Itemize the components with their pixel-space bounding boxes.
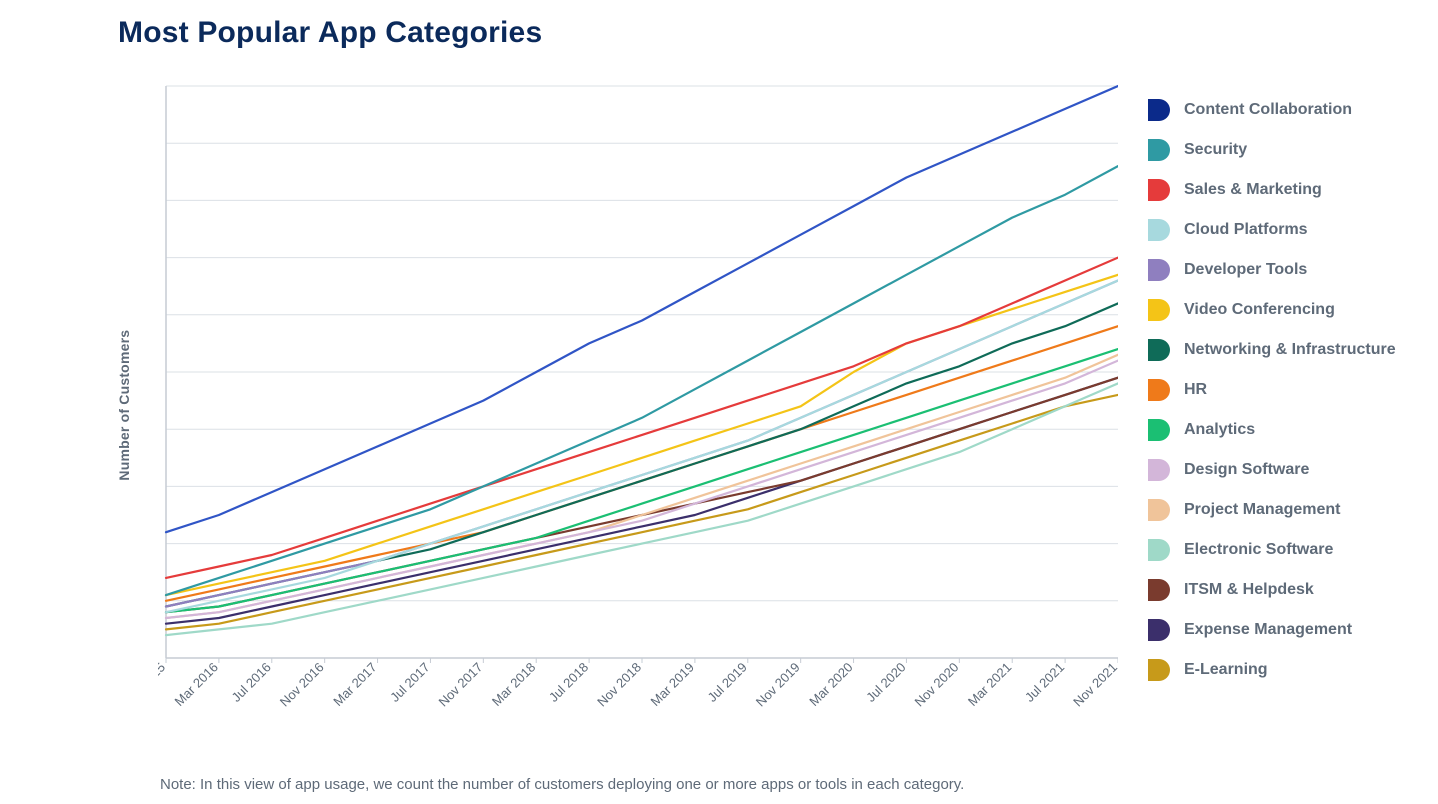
legend-swatch (1148, 459, 1170, 481)
legend-item: Electronic Software (1148, 530, 1396, 570)
legend-label: Cloud Platforms (1184, 221, 1308, 239)
legend-swatch (1148, 379, 1170, 401)
legend-item: Project Management (1148, 490, 1396, 530)
legend-swatch (1148, 99, 1170, 121)
legend-item: Design Software (1148, 450, 1396, 490)
x-tick-label: Mar 2017 (330, 660, 379, 709)
y-axis-label: Number of Customers (116, 330, 132, 481)
x-tick-label: Mar 2016 (172, 660, 221, 709)
legend-swatch (1148, 659, 1170, 681)
legend-item: Content Collaboration (1148, 90, 1396, 130)
legend-label: Content Collaboration (1184, 101, 1352, 119)
x-tick-label: Jul 2020 (863, 660, 908, 705)
legend-swatch (1148, 579, 1170, 601)
legend-label: ITSM & Helpdesk (1184, 581, 1314, 599)
legend-item: Security (1148, 130, 1396, 170)
x-tick-label: Jul 2019 (705, 660, 750, 705)
legend-swatch (1148, 539, 1170, 561)
legend-swatch (1148, 139, 1170, 161)
chart-area: Number of Customers Nov 2015Mar 2016Jul … (118, 80, 1118, 740)
legend-item: Networking & Infrastructure (1148, 330, 1396, 370)
legend-label: Design Software (1184, 461, 1309, 479)
x-tick-label: Nov 2015 (158, 660, 168, 710)
legend-item: Video Conferencing (1148, 290, 1396, 330)
legend-item: Expense Management (1148, 610, 1396, 650)
x-tick-label: Jul 2018 (546, 660, 591, 705)
legend-label: Analytics (1184, 421, 1255, 439)
x-tick-label: Mar 2020 (806, 660, 855, 709)
legend: Content Collaboration Security Sales & Mar… (1148, 80, 1396, 690)
legend-swatch (1148, 499, 1170, 521)
legend-item: Sales & Marketing (1148, 170, 1396, 210)
legend-label: E-Learning (1184, 661, 1268, 679)
legend-label: Security (1184, 141, 1247, 159)
legend-label: Networking & Infrastructure (1184, 341, 1396, 359)
chart-note: Note: In this view of app usage, we coun… (160, 776, 964, 793)
page-title: Most Popular App Categories (118, 16, 1438, 50)
x-tick-label: Nov 2021 (1070, 660, 1118, 710)
legend-swatch (1148, 299, 1170, 321)
legend-swatch (1148, 339, 1170, 361)
legend-label: Project Management (1184, 501, 1340, 519)
x-tick-label: Nov 2017 (435, 660, 485, 710)
x-tick-label: Nov 2019 (753, 660, 803, 710)
x-tick-label: Nov 2016 (277, 660, 327, 710)
legend-item: ITSM & Helpdesk (1148, 570, 1396, 610)
x-tick-label: Nov 2020 (911, 660, 961, 710)
x-tick-label: Mar 2021 (965, 660, 1014, 709)
x-tick-label: Mar 2018 (489, 660, 538, 709)
legend-item: E-Learning (1148, 650, 1396, 690)
legend-label: Video Conferencing (1184, 301, 1335, 319)
line-chart: Nov 2015 Mar 2016Jul 2016Nov 2016Mar 2017… (158, 80, 1118, 740)
x-tick-label: Jul 2021 (1022, 660, 1067, 705)
legend-swatch (1148, 419, 1170, 441)
legend-label: Expense Management (1184, 621, 1352, 639)
x-tick-label: Jul 2016 (229, 660, 274, 705)
legend-item: Cloud Platforms (1148, 210, 1396, 250)
legend-swatch (1148, 219, 1170, 241)
legend-label: HR (1184, 381, 1207, 399)
x-tick-label: Nov 2018 (594, 660, 644, 710)
x-tick-label: Mar 2019 (648, 660, 697, 709)
legend-label: Developer Tools (1184, 261, 1307, 279)
legend-label: Electronic Software (1184, 541, 1333, 559)
legend-item: Analytics (1148, 410, 1396, 450)
legend-swatch (1148, 179, 1170, 201)
legend-item: Developer Tools (1148, 250, 1396, 290)
legend-label: Sales & Marketing (1184, 181, 1322, 199)
x-tick-label: Jul 2017 (387, 660, 432, 705)
legend-item: HR (1148, 370, 1396, 410)
legend-swatch (1148, 619, 1170, 641)
legend-swatch (1148, 259, 1170, 281)
